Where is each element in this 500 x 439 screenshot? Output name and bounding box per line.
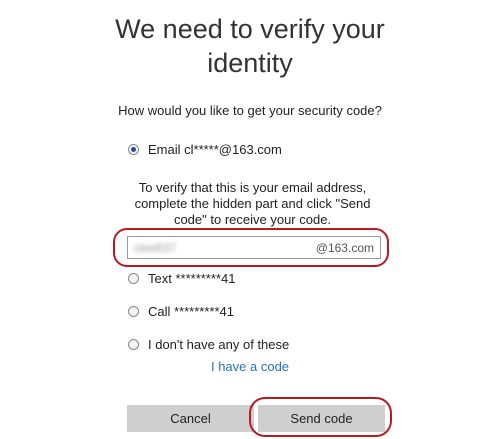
- text-radio[interactable]: [128, 272, 139, 284]
- email-verify-help-text: To verify that this is your email addres…: [134, 180, 371, 227]
- have-code-link[interactable]: I have a code: [0, 359, 500, 374]
- none-radio[interactable]: [128, 338, 139, 350]
- security-code-prompt: How would you like to get your security …: [118, 103, 382, 118]
- email-radio[interactable]: [128, 143, 139, 155]
- page-title-line2: identity: [207, 48, 293, 78]
- verify-identity-page: We need to verify your identity How woul…: [0, 0, 500, 439]
- option-none-label: I don't have any of these: [148, 336, 290, 352]
- option-email-label: Email cl*****@163.com: [148, 141, 282, 157]
- email-field-highlight: [113, 228, 389, 267]
- option-text[interactable]: Text *********41: [128, 269, 235, 287]
- page-title-line1: We need to verify your: [115, 14, 385, 44]
- send-code-button[interactable]: Send code: [258, 405, 385, 432]
- option-none[interactable]: I don't have any of these: [128, 335, 289, 353]
- option-call[interactable]: Call *********41: [128, 302, 234, 320]
- call-radio[interactable]: [128, 305, 139, 317]
- cancel-button[interactable]: Cancel: [127, 405, 254, 432]
- option-text-label: Text *********41: [148, 270, 236, 286]
- page-title: We need to verify your identity: [0, 12, 500, 80]
- option-call-label: Call *********41: [148, 303, 234, 319]
- option-email[interactable]: Email cl*****@163.com: [128, 140, 282, 158]
